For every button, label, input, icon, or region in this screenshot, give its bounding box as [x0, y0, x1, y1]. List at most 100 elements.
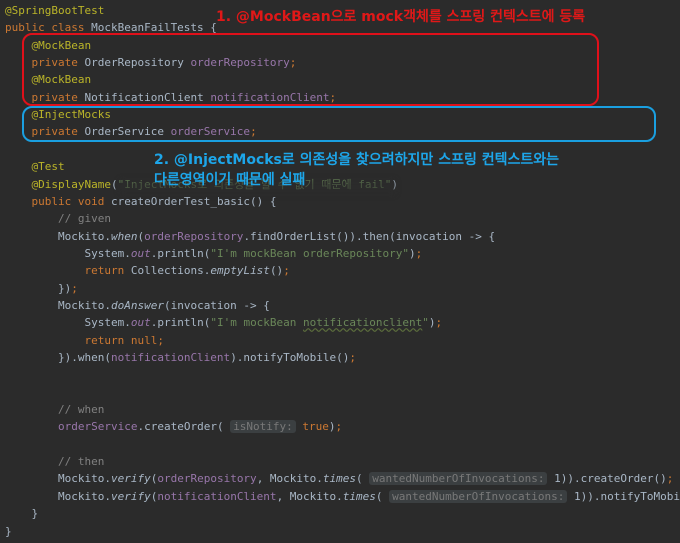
- code-line[interactable]: @InjectMocks: [5, 106, 111, 123]
- callout-mockbean: 1. @MockBean으로 mock객체를 스프링 컨텍스트에 등록: [216, 9, 586, 25]
- code-token: .findOrderList()).then(invocation -> {: [243, 229, 496, 243]
- code-token: ;: [250, 125, 257, 139]
- code-token: ;: [71, 281, 78, 295]
- code-token: .println(: [150, 246, 211, 260]
- code-token: ;: [289, 56, 297, 70]
- code-token: verify: [110, 472, 151, 486]
- code-token: "I'm mockBean orderRepository": [210, 246, 410, 260]
- code-token: // when: [57, 403, 105, 417]
- code-line[interactable]: return null;: [5, 332, 164, 349]
- code-token: }: [5, 524, 12, 538]
- code-token: ;: [415, 246, 423, 260]
- code-token: (: [110, 177, 118, 191]
- code-line[interactable]: // then: [5, 453, 104, 470]
- code-token: System.: [5, 246, 131, 260]
- code-line[interactable]: public class MockBeanFailTests {: [5, 19, 217, 36]
- code-line[interactable]: @Test: [5, 158, 65, 175]
- code-token: notificationClient: [210, 90, 330, 104]
- code-token: @Test: [31, 160, 65, 174]
- code-token: // then: [57, 455, 105, 469]
- code-token: ): [409, 246, 416, 260]
- code-token: out: [130, 246, 151, 260]
- code-line[interactable]: public void createOrderTest_basic() {: [5, 193, 277, 210]
- code-token: notificationclient: [303, 316, 423, 330]
- parameter-hint: wantedNumberOfInvocations:: [389, 489, 568, 503]
- code-token: ": [422, 316, 429, 330]
- code-token: 1)).createOrder(): [547, 472, 667, 486]
- code-line[interactable]: @MockBean: [5, 37, 92, 54]
- code-line[interactable]: // when: [5, 401, 104, 418]
- code-token: ;: [157, 333, 164, 347]
- code-token: @InjectMocks: [31, 108, 111, 122]
- code-token: Mockito.: [5, 472, 111, 486]
- code-line[interactable]: @MockBean: [5, 71, 92, 88]
- code-token: orderRepository: [190, 56, 290, 70]
- code-line[interactable]: });: [5, 280, 78, 297]
- code-line[interactable]: // given: [5, 210, 111, 227]
- code-token: Mockito.: [5, 489, 111, 503]
- code-token: .println(: [150, 316, 211, 330]
- code-line[interactable]: @SpringBootTest: [5, 2, 104, 19]
- code-line[interactable]: }: [5, 505, 38, 522]
- code-line[interactable]: private OrderRepository orderRepository;: [5, 54, 297, 71]
- code-token: ;: [329, 90, 337, 104]
- code-line[interactable]: }).when(notificationClient).notifyToMobi…: [5, 349, 356, 366]
- code-token: (): [269, 264, 284, 278]
- code-line[interactable]: private OrderService orderService;: [5, 123, 257, 140]
- code-token: "I'm mockBean: [210, 316, 304, 330]
- code-line[interactable]: System.out.println("I'm mockBean notific…: [5, 314, 442, 331]
- code-line[interactable]: orderService.createOrder( isNotify: true…: [5, 418, 342, 435]
- parameter-hint: wantedNumberOfInvocations:: [369, 472, 548, 486]
- code-token: private: [31, 90, 85, 104]
- code-token: times: [322, 472, 357, 486]
- code-token: }): [5, 281, 72, 295]
- code-token: .createOrder(: [137, 420, 231, 434]
- code-token: orderRepository: [144, 229, 244, 243]
- code-token: (invocation -> {: [163, 298, 270, 312]
- code-line[interactable]: Mockito.verify (orderRepository, Mockito.…: [5, 470, 673, 487]
- code-line[interactable]: System.out.println("I'm mockBean orderRe…: [5, 245, 422, 262]
- code-token: emptyList: [210, 264, 270, 278]
- code-token: times: [342, 489, 376, 503]
- code-token: true: [302, 420, 329, 434]
- code-token: return null: [84, 333, 158, 347]
- code-line[interactable]: Mockito.verify (notificationClient, Mocki…: [5, 488, 680, 505]
- code-token: createOrderTest_basic() {: [110, 194, 277, 208]
- code-token: (: [375, 489, 390, 503]
- code-token: verify: [110, 489, 151, 503]
- code-token: private: [31, 56, 85, 70]
- code-token: @MockBean: [31, 73, 92, 87]
- code-token: out: [130, 316, 151, 330]
- code-line[interactable]: return Collections.emptyList();: [5, 262, 289, 279]
- code-line[interactable]: }: [5, 523, 12, 540]
- code-token: when: [110, 229, 138, 243]
- code-token: Mockito.: [5, 229, 111, 243]
- code-token: @SpringBootTest: [5, 4, 105, 17]
- code-token: System.: [5, 316, 131, 330]
- code-token: orderService: [57, 420, 138, 434]
- code-token: NotificationClient: [84, 90, 211, 104]
- code-token: ;: [435, 316, 443, 330]
- code-token: Collections.: [130, 264, 211, 278]
- code-line[interactable]: private NotificationClient notificationC…: [5, 89, 337, 106]
- code-token: MockBeanFailTests {: [91, 21, 217, 35]
- code-token: ;: [349, 351, 357, 364]
- code-token: ;: [335, 420, 343, 434]
- code-token: return: [84, 264, 131, 278]
- code-line[interactable]: Mockito.doAnswer(invocation -> {: [5, 297, 270, 314]
- parameter-hint: isNotify:: [230, 420, 296, 434]
- code-token: }: [5, 507, 39, 521]
- code-line[interactable]: Mockito.when(orderRepository.findOrderLi…: [5, 228, 495, 245]
